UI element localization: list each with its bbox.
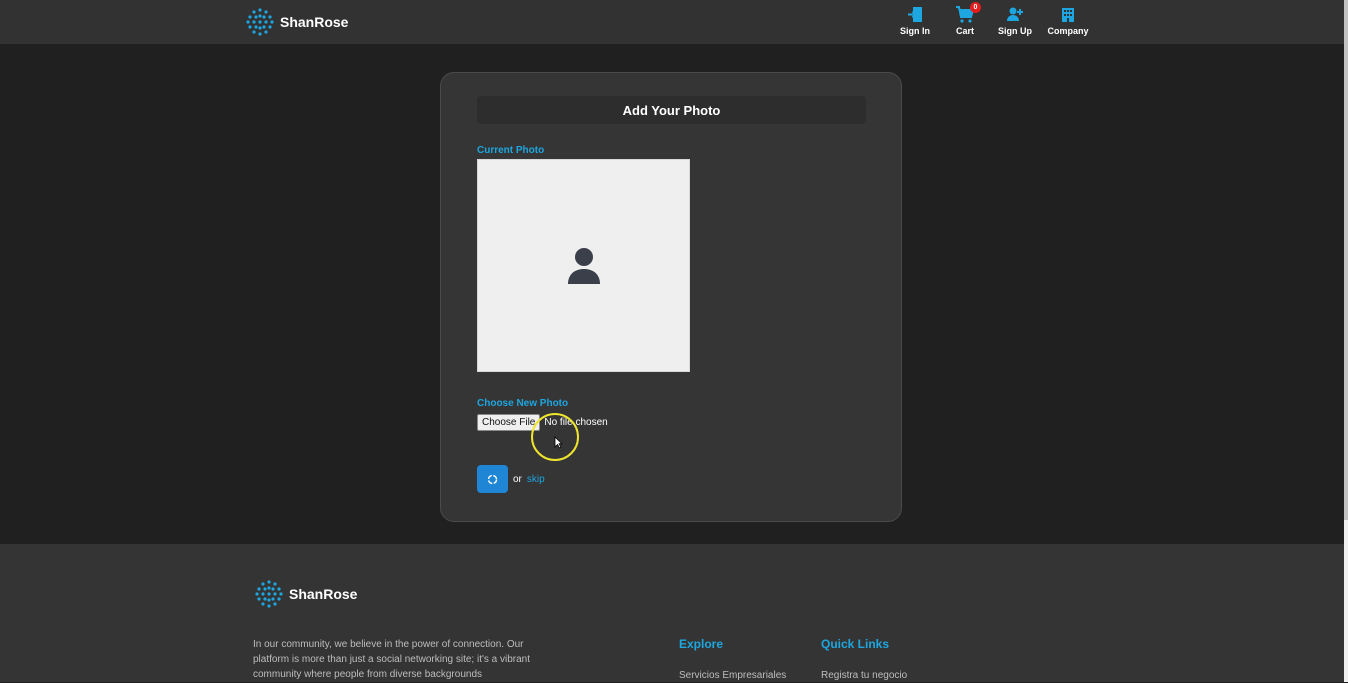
logo-icon — [255, 580, 283, 608]
header-nav: Sign In 0 Cart Sign Up Company — [890, 2, 1096, 36]
choose-new-photo-label: Choose New Photo — [477, 398, 569, 409]
mouse-cursor-icon — [554, 436, 563, 449]
footer-brand-name: ShanRose — [289, 586, 358, 602]
footer-quick-links-column: Quick Links Registra tu negocio — [821, 637, 907, 683]
brand-name: ShanRose — [280, 14, 349, 30]
upload-submit-button[interactable] — [477, 465, 508, 493]
nav-cart-label: Cart — [955, 26, 974, 36]
logo-icon — [246, 8, 274, 36]
current-photo-preview — [477, 159, 690, 372]
user-avatar-icon — [567, 247, 600, 284]
sign-in-icon — [908, 7, 922, 22]
footer-about-text: In our community, we believe in the powe… — [253, 639, 531, 680]
footer-explore-column: Explore Servicios Empresariales — [679, 637, 786, 683]
nav-company[interactable]: Company — [1040, 6, 1096, 36]
nav-sign-up-label: Sign Up — [998, 26, 1032, 36]
brand-logo-link[interactable]: ShanRose — [244, 6, 348, 38]
scrollbar-thumb[interactable] — [1344, 0, 1348, 520]
site-footer: ShanRose In our community, we believe in… — [0, 544, 1344, 682]
footer-brand-logo[interactable]: ShanRose — [253, 578, 357, 610]
nav-sign-in[interactable]: Sign In — [890, 6, 940, 36]
footer-quick-links-heading: Quick Links — [821, 637, 890, 651]
submit-row: or skip — [477, 465, 545, 493]
card-title: Add Your Photo — [477, 96, 866, 124]
footer-link-registra[interactable]: Registra tu negocio — [821, 670, 907, 681]
footer-link-servicios[interactable]: Servicios Empresariales — [679, 670, 786, 681]
nav-sign-in-label: Sign In — [900, 26, 930, 36]
add-photo-card: Add Your Photo Current Photo Choose New … — [440, 72, 902, 522]
page-scrollbar[interactable] — [1344, 0, 1348, 682]
user-plus-icon — [1007, 7, 1023, 21]
choose-file-button[interactable]: Choose File — [477, 414, 541, 431]
cart-count-badge: 0 — [970, 2, 981, 13]
loading-spinner-icon — [487, 474, 498, 484]
building-icon — [1062, 8, 1074, 22]
footer-explore-heading: Explore — [679, 637, 724, 651]
nav-cart[interactable]: 0 Cart — [940, 2, 990, 36]
current-photo-label: Current Photo — [477, 145, 545, 156]
top-navbar: ShanRose Sign In 0 Cart Sign Up Company — [0, 0, 1344, 44]
nav-company-label: Company — [1047, 26, 1089, 36]
nav-sign-up[interactable]: Sign Up — [990, 6, 1040, 36]
skip-link[interactable]: skip — [527, 474, 545, 485]
or-text: or — [513, 473, 522, 485]
